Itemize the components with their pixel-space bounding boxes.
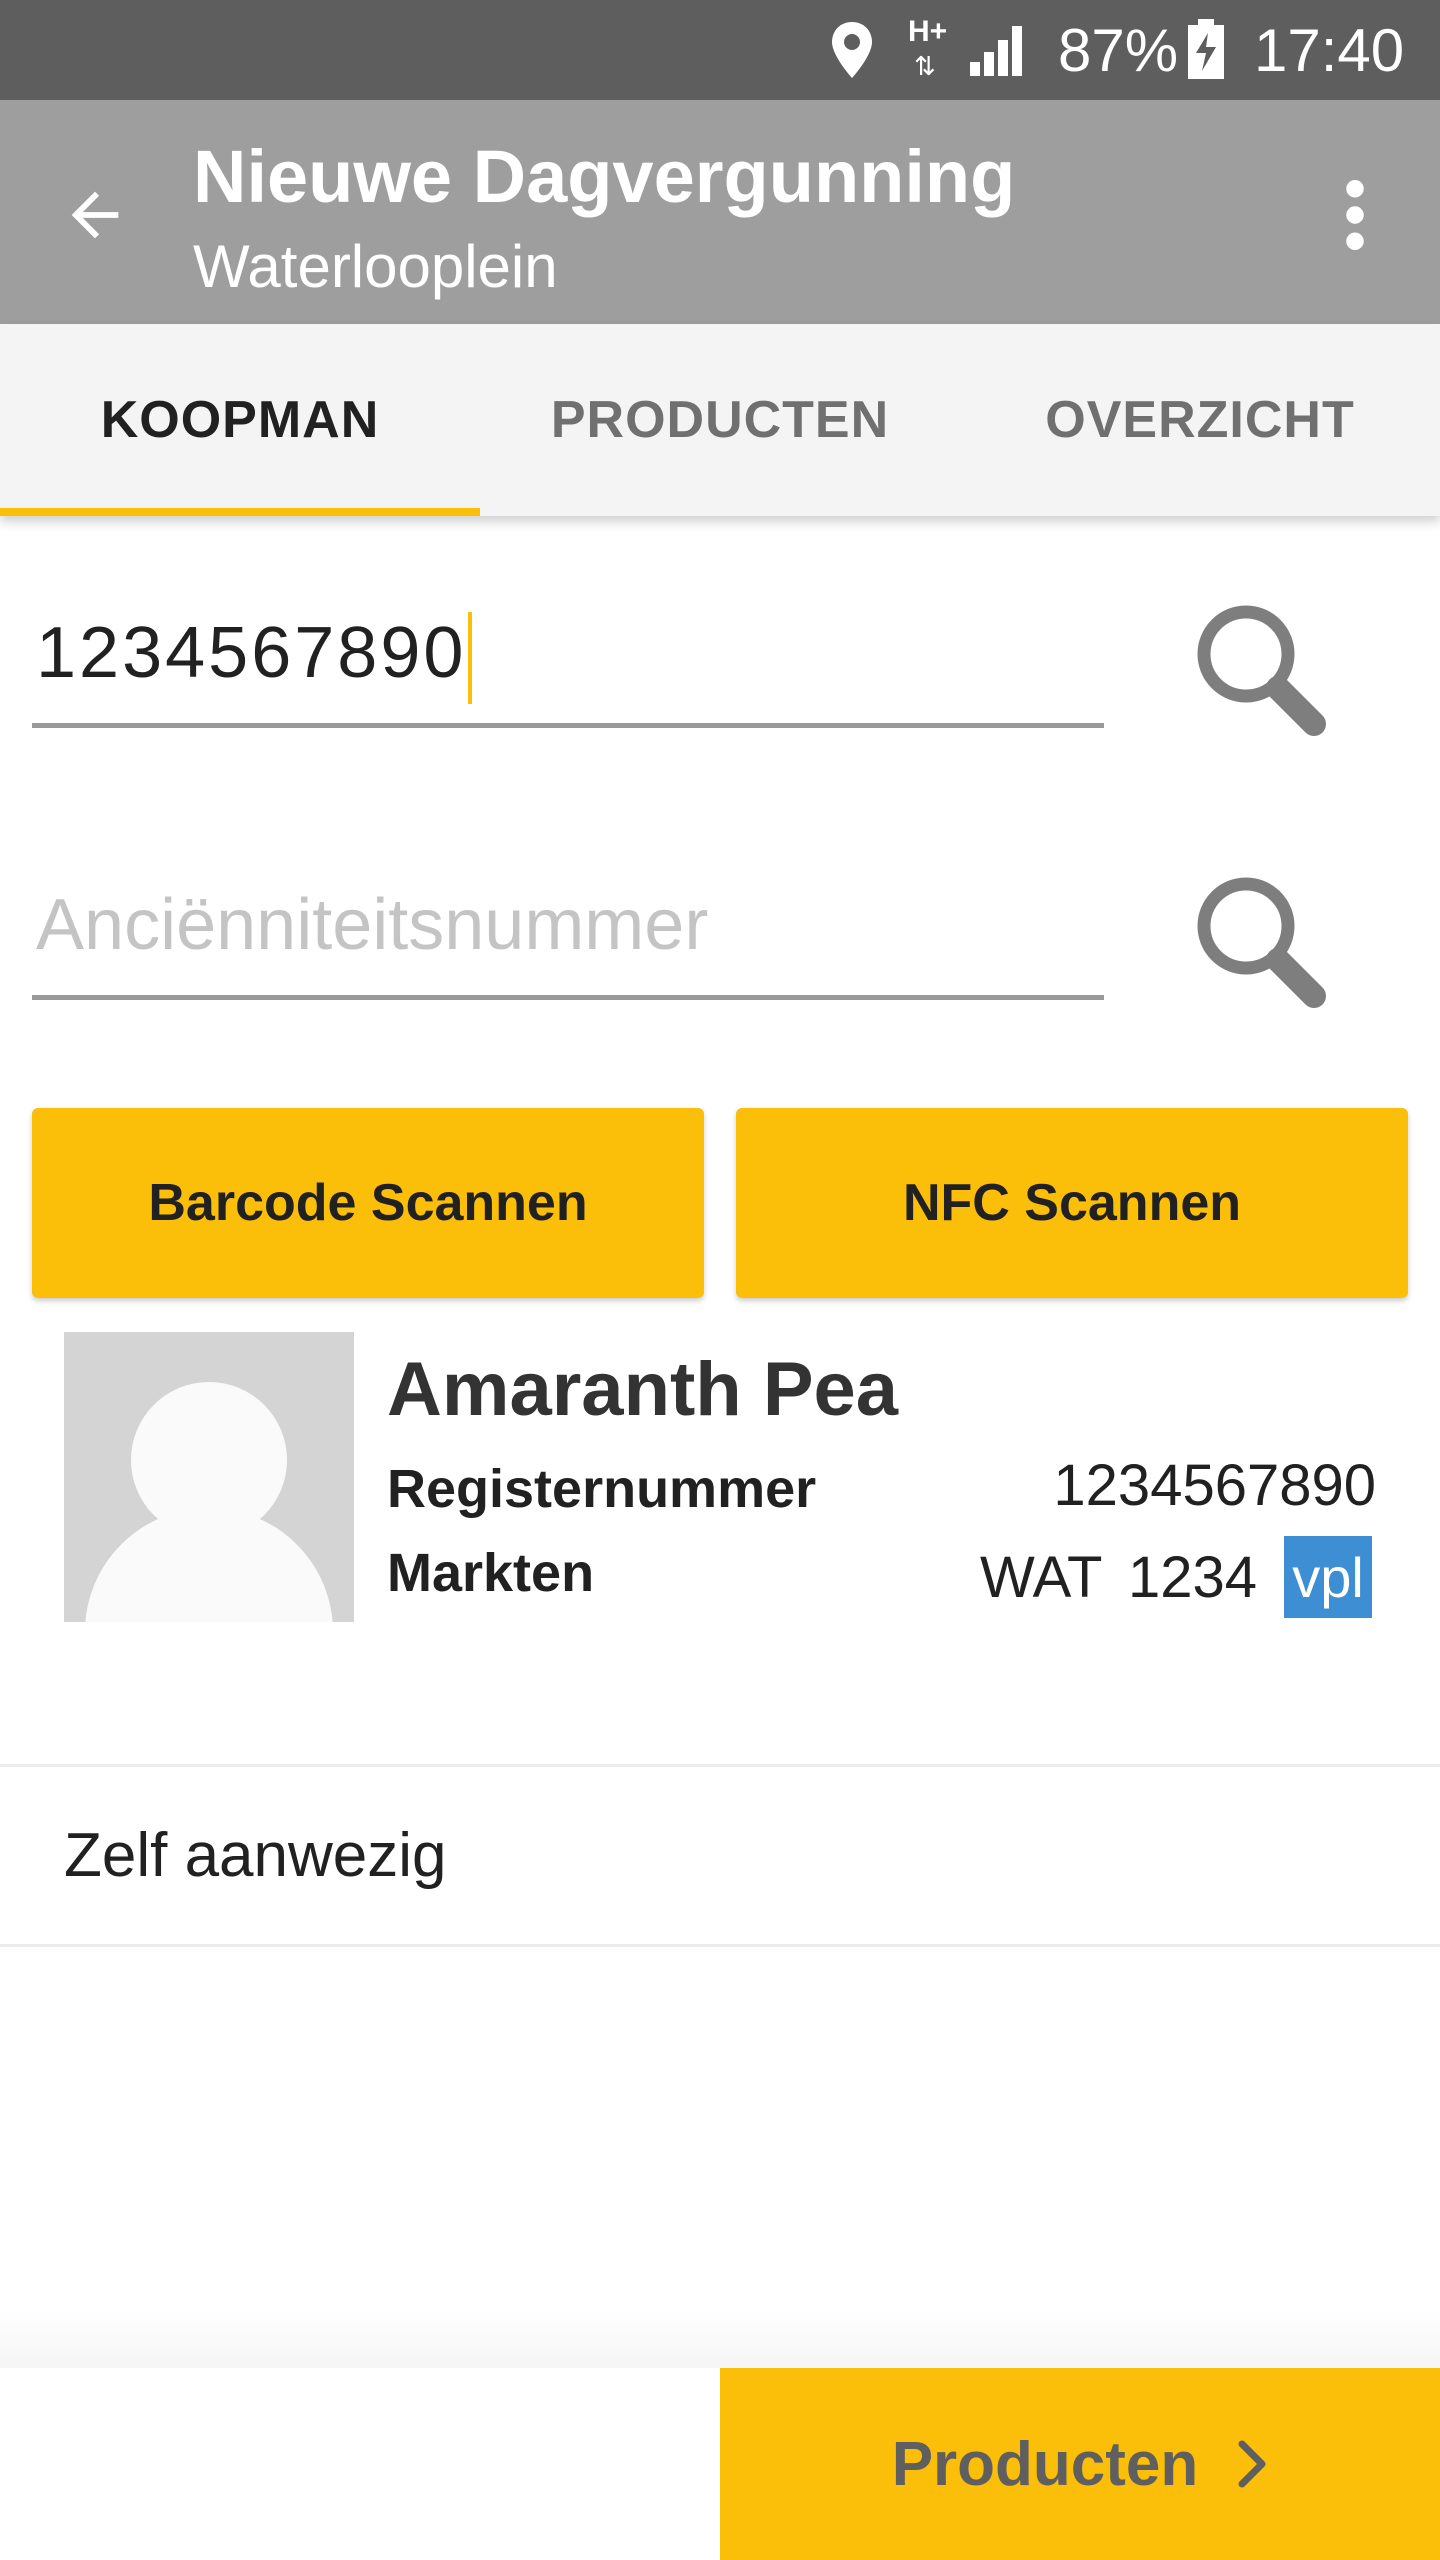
- search-registernummer-button[interactable]: [1180, 590, 1340, 750]
- more-vertical-icon: [1346, 180, 1364, 250]
- person-placeholder-icon: [85, 1382, 333, 1622]
- tab-koopman[interactable]: KOOPMAN: [0, 324, 480, 516]
- app-bar: Nieuwe Dagvergunning Waterlooplein: [0, 100, 1440, 324]
- divider: [0, 1944, 1440, 1947]
- footer-spacer: [0, 2368, 720, 2560]
- nfc-scan-button[interactable]: NFC Scannen: [736, 1108, 1408, 1298]
- active-tab-indicator: [0, 508, 480, 516]
- registernummer-label: Registernummer: [387, 1459, 817, 1519]
- arrow-back-icon: [71, 191, 119, 239]
- page-subtitle: Waterlooplein: [193, 233, 558, 300]
- back-button[interactable]: [40, 160, 150, 270]
- battery-percent: 87%: [1058, 16, 1179, 84]
- clock: 17:40: [1254, 16, 1405, 84]
- bottom-shadow: [0, 2310, 1440, 2370]
- avatar: [64, 1332, 354, 1622]
- markten-label: Markten: [387, 1543, 595, 1603]
- signal-icon: [968, 0, 1028, 100]
- registernummer-value: 1234567890: [36, 613, 467, 694]
- zelf-aanwezig-row[interactable]: Zelf aanwezig: [0, 1768, 1440, 1946]
- battery-charging-icon: [1186, 0, 1226, 100]
- network-type-label: H+: [908, 15, 948, 48]
- chevron-right-icon: [1238, 2440, 1268, 2488]
- search-icon: [1197, 877, 1326, 1008]
- next-producten-button[interactable]: Producten: [720, 2368, 1440, 2560]
- network-type-icon: H+ ⇅: [908, 15, 948, 81]
- tab-producten[interactable]: PRODUCTEN: [480, 324, 960, 516]
- search-ancienniteitsnummer-button[interactable]: [1180, 862, 1340, 1022]
- ancienniteitsnummer-input[interactable]: Anciënniteitsnummer: [32, 870, 1104, 1000]
- input-underline: [32, 995, 1104, 1000]
- ancienniteitsnummer-placeholder: Anciënniteitsnummer: [36, 885, 709, 965]
- zelf-aanwezig-label: Zelf aanwezig: [64, 1821, 447, 1890]
- barcode-scan-button[interactable]: Barcode Scannen: [32, 1108, 704, 1298]
- search-icon: [1197, 605, 1326, 736]
- markt-number: 1234: [1128, 1545, 1258, 1610]
- registernummer-input[interactable]: 1234567890: [32, 598, 1104, 728]
- status-bar: H+ ⇅ 87% 17:40: [0, 0, 1440, 100]
- markt-code: WAT: [980, 1545, 1103, 1610]
- input-underline: [32, 723, 1104, 728]
- koopman-name: Amaranth Pea: [387, 1347, 899, 1432]
- page-title: Nieuwe Dagvergunning: [193, 135, 1016, 218]
- status-badge: vpl: [1284, 1536, 1372, 1618]
- tab-overzicht[interactable]: OVERZICHT: [960, 324, 1440, 516]
- location-icon: [828, 0, 876, 100]
- text-caret: [468, 612, 473, 704]
- divider: [0, 1764, 1440, 1767]
- overflow-menu-button[interactable]: [1300, 160, 1410, 270]
- tab-bar: KOOPMAN PRODUCTEN OVERZICHT: [0, 324, 1440, 516]
- next-button-label: Producten: [891, 2429, 1199, 2499]
- registernummer-value-display: 1234567890: [1053, 1453, 1376, 1518]
